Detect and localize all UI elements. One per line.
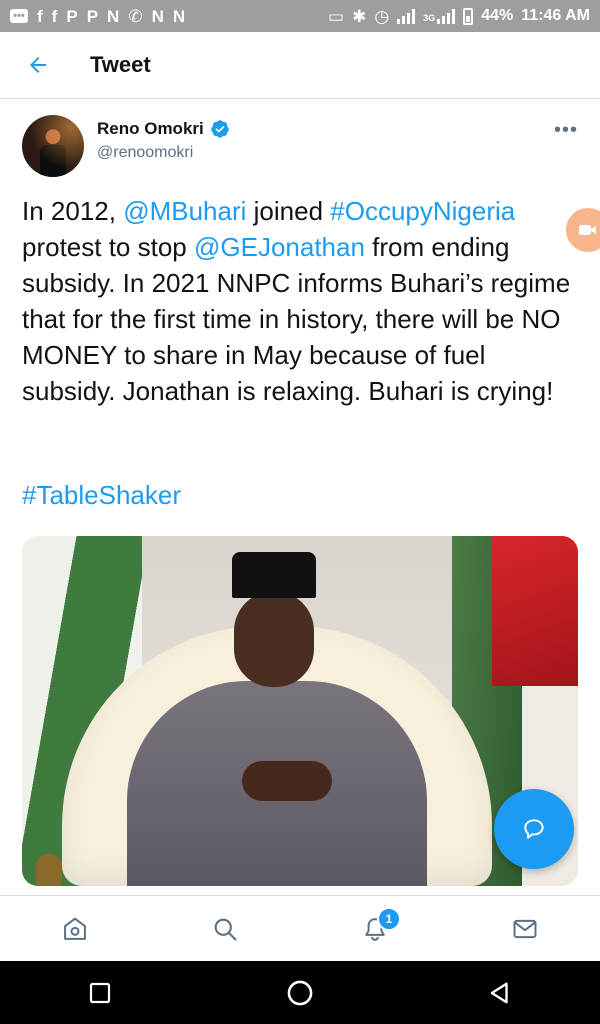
app-header: Tweet [0,32,600,99]
battery-level: 44% [481,7,514,24]
tweet-text-segment: In 2012, [22,196,124,226]
system-navigation-bar [0,961,600,1024]
pinterest-icon: P [66,6,78,26]
chair-finial-shape [36,854,62,886]
square-icon [89,982,111,1003]
tweet-text-segment: protest to stop [22,232,194,262]
message-icon: ••• [10,9,28,23]
compose-button[interactable] [494,789,574,869]
reply-bubble-icon [524,819,544,839]
cast-icon: ▭ [328,6,345,26]
verified-badge-icon [210,120,229,138]
arrow-left-icon [30,57,46,73]
bottom-navigation: 1 [0,895,600,962]
circle-icon [287,980,313,1005]
home-system-button[interactable] [270,968,330,1018]
mention-link[interactable]: @MBuhari [123,196,246,226]
person-hands-shape [242,761,332,801]
author-row: Reno Omokri [97,119,230,139]
flag-shape [492,536,578,686]
whatsapp-icon: ✆ [128,6,143,26]
hashtag-link[interactable]: #OccupyNigeria [330,196,515,226]
search-icon [214,918,237,941]
home-icon [64,917,86,940]
nav-home[interactable] [45,899,105,959]
hashtag-link[interactable]: #TableShaker [22,480,181,511]
mail-icon [513,919,537,939]
page-title: Tweet [90,52,151,77]
signal-icon [437,8,456,24]
signal-icon [397,8,416,24]
news-icon: N [107,6,120,26]
pinterest-icon: P [86,6,99,26]
mention-link[interactable]: @GEJonathan [194,232,365,262]
nav-messages[interactable] [495,899,555,959]
nav-notifications[interactable]: 1 [345,899,405,959]
news-icon: N [172,6,186,26]
tweet-text: In 2012, @MBuhari joined #OccupyNigeria … [22,193,582,409]
facebook-icon: f [37,6,43,26]
triangle-back-icon [490,982,508,1003]
bluetooth-icon: ✱ [352,6,367,26]
avatar[interactable] [22,115,84,177]
author-name[interactable]: Reno Omokri [97,119,204,139]
author-handle[interactable]: @renoomokri [97,144,193,162]
back-button[interactable] [16,43,60,87]
clock: 11:46 AM [521,7,590,24]
nav-search[interactable] [195,899,255,959]
status-bar: ••• f f P P N ✆ N N ▭ ✱ ◷ 3G 44% 11:46 A… [0,0,600,32]
tweet-text-segment: joined [246,196,331,226]
more-options-button[interactable]: ••• [554,119,578,142]
video-camera-icon [579,225,596,235]
alarm-icon: ◷ [374,6,390,26]
battery-icon [463,7,474,25]
person-hat-shape [232,552,316,598]
network-type: 3G [423,13,436,23]
notification-count-badge: 1 [377,907,401,931]
notification-icons: ••• f f P P N ✆ N N [10,8,185,25]
back-system-button[interactable] [470,968,530,1018]
system-status: ▭ ✱ ◷ 3G 44% 11:46 AM [328,7,590,25]
news-icon: N [151,6,164,26]
facebook-icon: f [51,6,58,26]
recent-apps-button[interactable] [70,968,130,1018]
person-head-shape [234,591,314,687]
